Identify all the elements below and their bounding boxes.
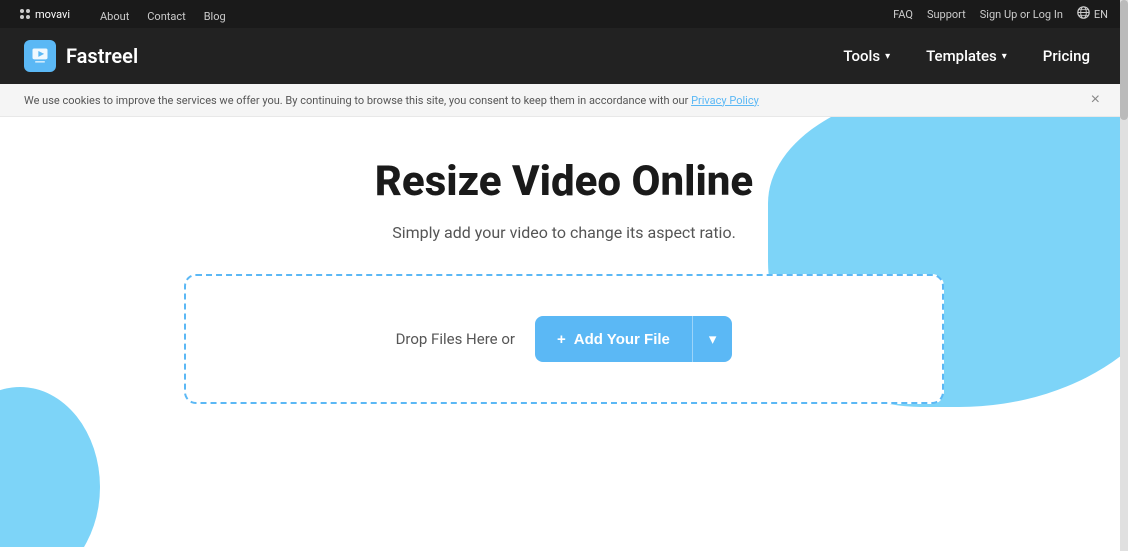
- pricing-nav-item[interactable]: Pricing: [1029, 39, 1104, 73]
- top-bar-nav: About Contact Blog: [86, 5, 226, 24]
- top-bar-left: movavi About Contact Blog: [20, 5, 226, 24]
- pricing-label: Pricing: [1043, 47, 1090, 65]
- movavi-logo[interactable]: movavi: [20, 8, 70, 21]
- signup-login-link[interactable]: Sign Up or Log In: [980, 8, 1063, 21]
- add-file-btn-group: + Add Your File ▾: [535, 316, 732, 362]
- tools-nav-item[interactable]: Tools ▾: [829, 39, 904, 73]
- lang-label: EN: [1094, 8, 1108, 21]
- blob-bottom-left: [0, 387, 100, 547]
- hero-subtitle: Simply add your video to change its aspe…: [204, 223, 924, 242]
- blog-link[interactable]: Blog: [204, 10, 226, 23]
- tools-chevron-icon: ▾: [885, 51, 890, 62]
- globe-icon: [1077, 6, 1090, 22]
- dropdown-chevron-icon: ▾: [709, 330, 717, 348]
- top-bar-right: FAQ Support Sign Up or Log In EN: [893, 6, 1108, 22]
- templates-chevron-icon: ▾: [1002, 51, 1007, 62]
- templates-label: Templates: [926, 47, 997, 65]
- cookie-close-button[interactable]: ×: [1087, 92, 1104, 108]
- movavi-name: movavi: [35, 8, 70, 21]
- top-bar: movavi About Contact Blog FAQ Support Si…: [0, 0, 1128, 28]
- add-file-button[interactable]: + Add Your File: [535, 316, 692, 362]
- main-nav: Fastreel Tools ▾ Templates ▾ Pricing: [0, 28, 1128, 84]
- add-file-label: Add Your File: [574, 331, 670, 348]
- faq-link[interactable]: FAQ: [893, 8, 913, 21]
- drop-label: Drop Files Here or: [396, 330, 515, 348]
- main-nav-right: Tools ▾ Templates ▾ Pricing: [829, 39, 1104, 73]
- contact-link[interactable]: Contact: [147, 10, 185, 23]
- templates-nav-item[interactable]: Templates ▾: [912, 39, 1021, 73]
- about-link[interactable]: About: [100, 10, 129, 23]
- cookie-text: We use cookies to improve the services w…: [24, 94, 759, 107]
- hero-content: Resize Video Online Simply add your vide…: [184, 157, 944, 274]
- brand-name: Fastreel: [66, 44, 138, 68]
- brand[interactable]: Fastreel: [24, 40, 138, 72]
- support-link[interactable]: Support: [927, 8, 966, 21]
- drop-zone[interactable]: Drop Files Here or + Add Your File ▾: [184, 274, 944, 404]
- scrollbar-thumb[interactable]: [1120, 0, 1128, 120]
- privacy-policy-link[interactable]: Privacy Policy: [691, 94, 759, 107]
- add-file-dropdown-button[interactable]: ▾: [692, 316, 733, 362]
- plus-icon: +: [557, 331, 566, 348]
- hero-title: Resize Video Online: [204, 157, 924, 207]
- tools-label: Tools: [843, 47, 880, 65]
- cookie-bar: We use cookies to improve the services w…: [0, 84, 1128, 117]
- language-selector[interactable]: EN: [1077, 6, 1108, 22]
- movavi-logo-icon: [20, 9, 30, 19]
- hero-section: Resize Video Online Simply add your vide…: [0, 117, 1128, 547]
- fastreel-logo-icon: [24, 40, 56, 72]
- scrollbar[interactable]: [1120, 0, 1128, 551]
